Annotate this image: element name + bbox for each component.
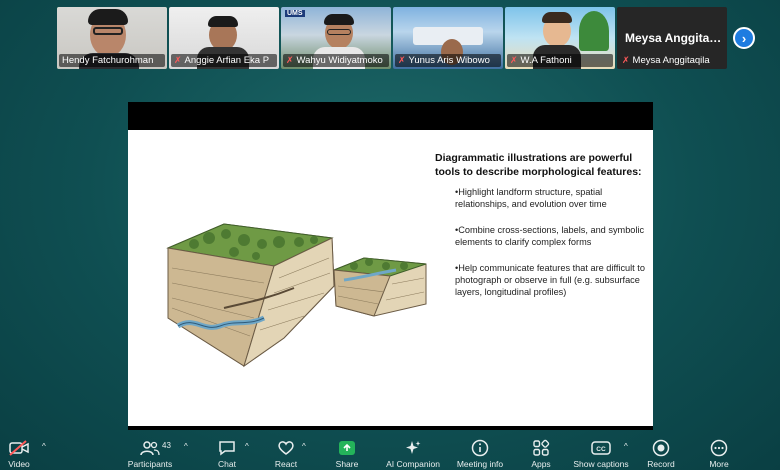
react-button[interactable]: React xyxy=(251,439,321,469)
participant-strip: Hendy Fatchurohman ✗ Anggie Arfian Eka P … xyxy=(57,7,727,69)
mic-off-icon: ✗ xyxy=(174,55,182,65)
mic-off-icon: ✗ xyxy=(286,55,294,65)
share-button[interactable]: Share xyxy=(312,439,382,469)
slide-title: Diagrammatic illustrations are powerful … xyxy=(435,152,642,178)
video-off-icon xyxy=(9,439,29,457)
participants-count: 43 xyxy=(162,441,171,450)
participant-tile[interactable]: ✗ Yunus Aris Wibowo xyxy=(393,7,503,69)
mic-off-icon: ✗ xyxy=(622,55,630,65)
apps-label: Apps xyxy=(531,459,551,469)
more-label: More xyxy=(709,459,729,469)
react-label: React xyxy=(274,459,298,469)
mic-off-icon: ✗ xyxy=(398,55,406,65)
chat-options-caret[interactable]: ^ xyxy=(245,442,249,451)
captions-icon: CC xyxy=(591,439,611,457)
more-icon xyxy=(710,439,728,457)
shared-screen: Diagrammatic illustrations are powerful … xyxy=(128,102,653,430)
slide-bullet: •Help communicate features that are diff… xyxy=(455,263,645,297)
landform-diagram-illustration xyxy=(166,223,427,368)
apps-icon xyxy=(532,439,550,457)
chevron-right-icon: › xyxy=(741,30,747,46)
record-icon xyxy=(652,439,670,457)
more-button[interactable]: More xyxy=(684,439,754,469)
react-options-caret[interactable]: ^ xyxy=(302,442,306,451)
heart-icon xyxy=(277,439,295,457)
participant-name: ✗ W.A Fathoni xyxy=(507,54,613,67)
ums-logo: UMS xyxy=(285,10,305,17)
participants-button[interactable]: Participants xyxy=(115,439,185,469)
ai-companion-label: AI Companion xyxy=(386,459,440,469)
slide-bullet: •Combine cross-sections, labels, and sym… xyxy=(455,225,645,247)
participant-tile[interactable]: ✗ W.A Fathoni xyxy=(505,7,615,69)
next-participants-button[interactable]: › xyxy=(733,27,755,49)
participants-label: Participants xyxy=(127,459,173,469)
participant-name: ✗ Yunus Aris Wibowo xyxy=(395,54,501,67)
participant-display-name: Meysa Anggitaq... xyxy=(625,31,723,45)
participant-name: ✗ Anggie Arfian Eka P xyxy=(171,54,277,67)
meeting-info-button[interactable]: Meeting info xyxy=(445,439,515,469)
ai-companion-button[interactable]: AI Companion xyxy=(378,439,448,469)
participants-options-caret[interactable]: ^ xyxy=(184,442,188,451)
meeting-toolbar: Video ^ Participants 43 ^ Chat ^ React ^… xyxy=(0,434,780,470)
share-screen-icon xyxy=(338,439,356,457)
participant-name: ✗ Meysa Anggitaqila xyxy=(622,55,710,66)
participant-tile[interactable]: Hendy Fatchurohman xyxy=(57,7,167,69)
slide: Diagrammatic illustrations are powerful … xyxy=(128,130,653,426)
info-icon xyxy=(471,439,489,457)
share-label: Share xyxy=(335,459,359,469)
participant-name: Hendy Fatchurohman xyxy=(59,54,165,67)
sparkle-icon xyxy=(404,439,422,457)
show-captions-label: Show captions xyxy=(573,459,629,469)
participant-name: ✗ Wahyu Widiyatmoko xyxy=(283,54,389,67)
participants-icon xyxy=(140,439,160,457)
mic-off-icon: ✗ xyxy=(510,55,518,65)
svg-text:CC: CC xyxy=(596,446,606,453)
chat-label: Chat xyxy=(218,459,236,469)
participant-tile[interactable]: ✗ Anggie Arfian Eka P xyxy=(169,7,279,69)
video-label: Video xyxy=(8,459,30,469)
meeting-info-label: Meeting info xyxy=(456,459,504,469)
video-options-caret[interactable]: ^ xyxy=(42,442,46,451)
slide-bullet: •Highlight landform structure, spatial r… xyxy=(455,187,607,209)
record-label: Record xyxy=(647,459,675,469)
participant-tile[interactable]: UMS ✗ Wahyu Widiyatmoko xyxy=(281,7,391,69)
participant-tile[interactable]: Meysa Anggitaq... ✗ Meysa Anggitaqila xyxy=(617,7,727,69)
chat-icon xyxy=(218,439,236,457)
